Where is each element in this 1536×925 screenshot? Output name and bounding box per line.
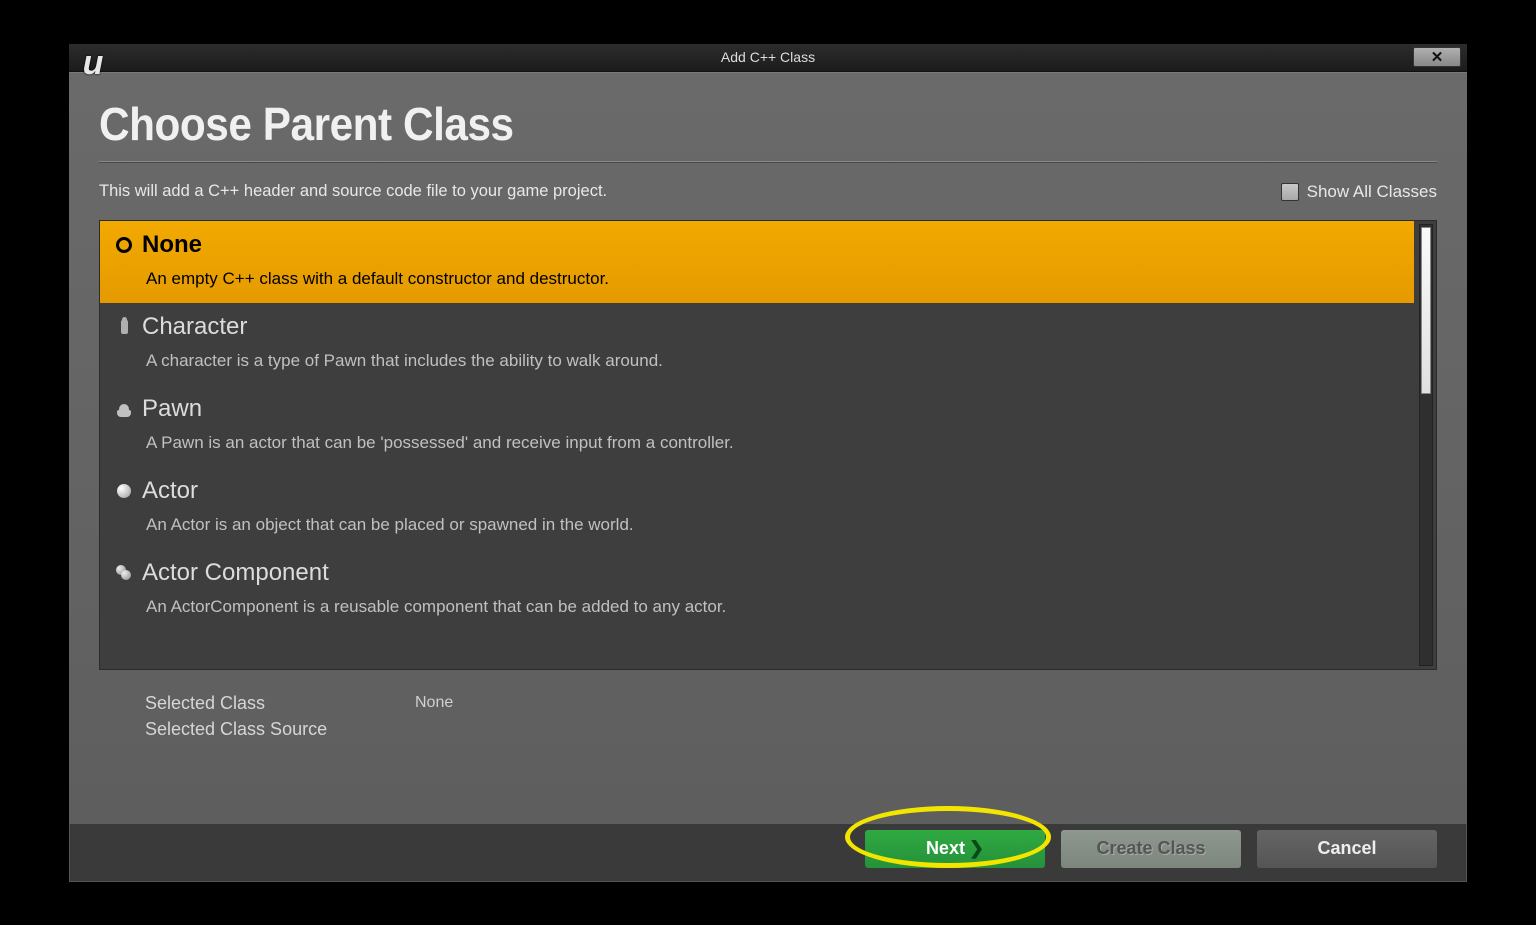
class-list-item[interactable]: Actor Component An ActorComponent is a re… — [100, 549, 1414, 631]
cancel-button[interactable]: Cancel — [1257, 830, 1437, 868]
cancel-button-label: Cancel — [1317, 838, 1376, 859]
actor-icon — [116, 483, 132, 499]
radio-icon — [116, 237, 132, 253]
dialog-body: Choose Parent Class This will add a C++ … — [69, 72, 1467, 824]
close-button[interactable]: ✕ — [1413, 47, 1461, 67]
class-list-item[interactable]: Pawn A Pawn is an actor that can be 'poss… — [100, 385, 1414, 467]
scrollbar-thumb[interactable] — [1421, 227, 1431, 394]
class-list-container: None An empty C++ class with a default co… — [99, 220, 1437, 670]
selected-source-label: Selected Class Source — [145, 716, 355, 742]
class-list-item[interactable]: None An empty C++ class with a default co… — [100, 221, 1414, 303]
page-subtitle: This will add a C++ header and source co… — [99, 182, 607, 201]
class-list-item[interactable]: Actor An Actor is an object that can be p… — [100, 467, 1414, 549]
class-description: An ActorComponent is a reusable componen… — [146, 597, 1398, 617]
class-name: Actor Component — [142, 559, 329, 587]
unreal-logo-icon: u — [73, 44, 113, 84]
class-name: Character — [142, 313, 247, 341]
class-list-item[interactable]: Character A character is a type of Pawn t… — [100, 303, 1414, 385]
divider — [99, 161, 1437, 162]
selected-class-label: Selected Class — [145, 690, 355, 716]
dialog-footer: Next ❯ Create Class Cancel — [69, 824, 1467, 882]
show-all-label: Show All Classes — [1307, 182, 1437, 202]
create-class-button: Create Class — [1061, 830, 1241, 868]
titlebar: u Add C++ Class ✕ — [69, 44, 1467, 72]
class-name: Actor — [142, 477, 198, 505]
class-description: A Pawn is an actor that can be 'possesse… — [146, 433, 1398, 453]
pawn-icon — [116, 401, 132, 417]
class-list[interactable]: None An empty C++ class with a default co… — [100, 221, 1414, 669]
show-all-classes-toggle[interactable]: Show All Classes — [1281, 182, 1437, 202]
close-icon: ✕ — [1431, 48, 1444, 66]
class-description: An empty C++ class with a default constr… — [146, 269, 1398, 289]
class-description: An Actor is an object that can be placed… — [146, 515, 1398, 535]
dialog-window: u Add C++ Class ✕ Choose Parent Class Th… — [68, 43, 1468, 883]
checkbox-icon — [1281, 183, 1299, 201]
window-title: Add C++ Class — [721, 49, 815, 65]
next-button[interactable]: Next ❯ — [865, 830, 1045, 868]
next-button-label: Next — [926, 838, 965, 859]
scrollbar[interactable] — [1419, 224, 1433, 666]
chevron-right-icon: ❯ — [969, 838, 984, 859]
selection-info: Selected Class None Selected Class Sourc… — [145, 690, 1437, 742]
create-button-label: Create Class — [1096, 838, 1205, 859]
class-description: A character is a type of Pawn that inclu… — [146, 351, 1398, 371]
class-name: Pawn — [142, 395, 202, 423]
page-title: Choose Parent Class — [99, 97, 1330, 151]
class-name: None — [142, 231, 202, 259]
component-icon — [116, 565, 132, 581]
character-icon — [116, 319, 132, 335]
selected-class-value: None — [415, 690, 453, 716]
